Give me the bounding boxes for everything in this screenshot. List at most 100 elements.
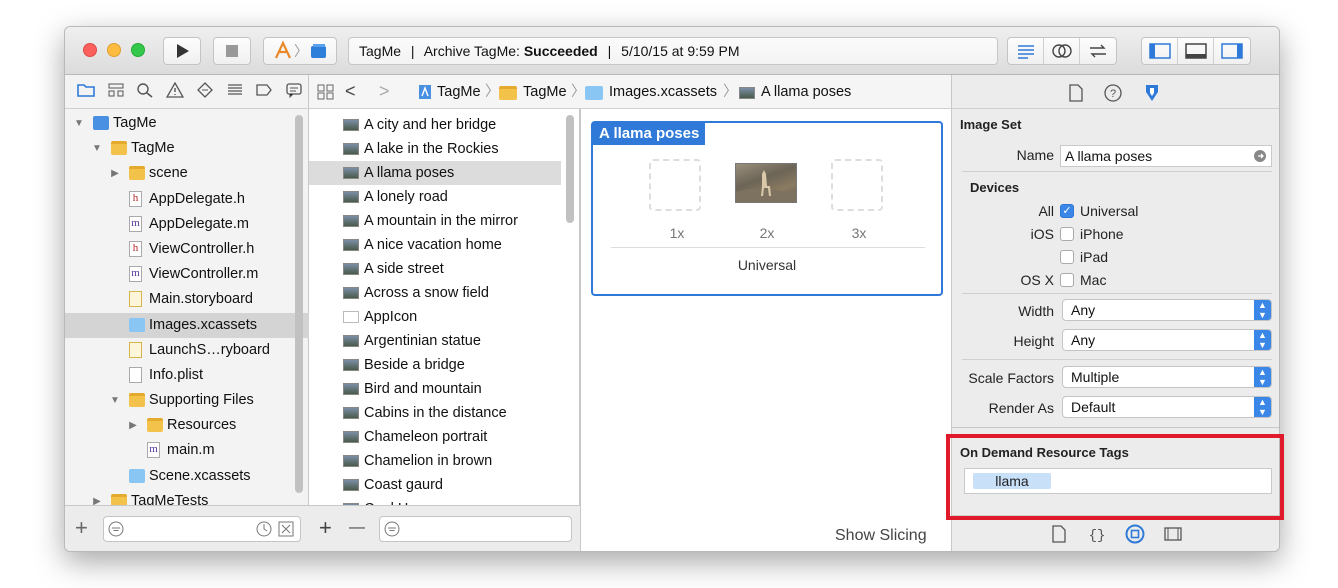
asset-item[interactable]: Chameleon portrait xyxy=(309,425,561,449)
standard-editor-icon[interactable] xyxy=(1008,38,1044,64)
navigator-filter-field[interactable] xyxy=(103,516,301,542)
forward-button[interactable]: > xyxy=(379,81,390,102)
tree-item[interactable]: ▼ Supporting Files xyxy=(65,388,309,413)
mac-checkbox[interactable] xyxy=(1060,273,1074,287)
asset-item[interactable]: A side street xyxy=(309,257,561,281)
image-set-icon xyxy=(343,479,359,491)
navigator-scrollbar[interactable] xyxy=(295,115,303,493)
search-icon[interactable] xyxy=(131,82,161,101)
image-slot-2x[interactable] xyxy=(735,163,797,203)
render-as-popup[interactable]: Default ▲ ▼ xyxy=(1062,396,1272,418)
tree-item[interactable]: Info.plist xyxy=(65,363,309,388)
asset-item[interactable]: AppIcon xyxy=(309,305,561,329)
disclosure-closed-icon[interactable]: ▶ xyxy=(127,413,139,438)
asset-list-scrollbar[interactable] xyxy=(566,115,574,223)
asset-item[interactable]: Chamelion in brown xyxy=(309,449,561,473)
disclosure-closed-icon[interactable]: ▶ xyxy=(109,161,121,186)
warning-icon[interactable] xyxy=(160,81,190,101)
file-icon[interactable] xyxy=(1068,84,1084,102)
asset-item[interactable]: A mountain in the mirror xyxy=(309,209,561,233)
asset-item[interactable]: Cabins in the distance xyxy=(309,401,561,425)
tree-item[interactable]: m main.m xyxy=(65,438,309,463)
asset-item[interactable]: Argentinian statue xyxy=(309,329,561,353)
view-toggle-control[interactable] xyxy=(1141,37,1251,65)
debug-icon[interactable] xyxy=(220,82,250,101)
disclosure-open-icon[interactable]: ▼ xyxy=(73,111,85,136)
code-snippet-icon[interactable]: {} xyxy=(1088,525,1106,543)
image-set-icon xyxy=(343,335,359,347)
clock-icon[interactable] xyxy=(256,521,272,537)
asset-item[interactable]: Cool House xyxy=(309,497,561,505)
tree-item[interactable]: m AppDelegate.m xyxy=(65,212,309,237)
tree-item[interactable]: Scene.xcassets xyxy=(65,464,309,489)
iphone-checkbox[interactable] xyxy=(1060,227,1074,241)
ipad-checkbox[interactable] xyxy=(1060,250,1074,264)
image-set-card[interactable]: A llama poses 1x 2x 3x Universal xyxy=(591,121,943,296)
asset-item[interactable]: A nice vacation home xyxy=(309,233,561,257)
editor-mode-control[interactable] xyxy=(1007,37,1117,65)
disclosure-open-icon[interactable]: ▼ xyxy=(91,136,103,161)
report-icon[interactable] xyxy=(279,82,309,101)
zoom-window-button[interactable] xyxy=(131,43,145,57)
close-window-button[interactable] xyxy=(83,43,97,57)
breadcrumb-item[interactable]: Images.xcassets xyxy=(609,75,717,109)
tree-item[interactable]: ▶ Resources xyxy=(65,413,309,438)
file-template-icon[interactable] xyxy=(1051,525,1067,543)
breadcrumb-item[interactable]: A llama poses xyxy=(761,75,851,109)
folder-icon[interactable] xyxy=(71,82,101,101)
remove-asset-button[interactable]: — xyxy=(349,516,365,540)
media-library-icon[interactable] xyxy=(1164,526,1182,542)
asset-filter-field[interactable] xyxy=(379,516,572,542)
height-popup[interactable]: Any ▲ ▼ xyxy=(1062,329,1272,351)
tree-item[interactable]: ▼ TagMe xyxy=(65,111,309,136)
utilities-toggle-icon[interactable] xyxy=(1214,38,1250,64)
tree-item[interactable]: h AppDelegate.h xyxy=(65,187,309,212)
show-slicing-button[interactable]: Show Slicing xyxy=(835,527,927,545)
asset-item[interactable]: A lake in the Rockies xyxy=(309,137,561,161)
version-editor-icon[interactable] xyxy=(1080,38,1116,64)
related-items-icon[interactable] xyxy=(317,84,335,100)
image-slot-1x[interactable] xyxy=(649,159,701,211)
breadcrumb-item[interactable]: TagMe xyxy=(523,75,567,109)
scm-filter-icon[interactable] xyxy=(278,521,294,537)
universal-checkbox[interactable]: ✓ xyxy=(1060,204,1074,218)
asset-item[interactable]: Across a snow field xyxy=(309,281,561,305)
asset-item[interactable]: Bird and mountain xyxy=(309,377,561,401)
tree-item[interactable]: Main.storyboard xyxy=(65,287,309,312)
tree-item[interactable]: ▼ TagMe xyxy=(65,136,309,161)
asset-item-label: A side street xyxy=(364,261,444,277)
add-asset-button[interactable]: + xyxy=(319,516,332,540)
add-file-button[interactable]: + xyxy=(75,516,88,540)
debug-area-toggle-icon[interactable] xyxy=(1178,38,1214,64)
run-button[interactable] xyxy=(163,37,201,65)
minimize-window-button[interactable] xyxy=(107,43,121,57)
asset-item[interactable]: A lonely road xyxy=(309,185,561,209)
scale-factors-popup[interactable]: Multiple ▲ ▼ xyxy=(1062,366,1272,388)
tree-item[interactable]: LaunchS…ryboard xyxy=(65,338,309,363)
back-button[interactable]: < xyxy=(345,81,356,102)
asset-item[interactable]: Coast gaurd xyxy=(309,473,561,497)
tree-item[interactable]: ▶ scene xyxy=(65,161,309,186)
assistant-editor-icon[interactable] xyxy=(1044,38,1080,64)
asset-item[interactable]: Beside a bridge xyxy=(309,353,561,377)
help-icon[interactable]: ? xyxy=(1104,84,1122,102)
image-slot-3x[interactable] xyxy=(831,159,883,211)
tree-item[interactable]: h ViewController.h xyxy=(65,237,309,262)
name-field[interactable]: A llama poses xyxy=(1060,145,1272,167)
breadcrumb-item[interactable]: TagMe xyxy=(437,75,481,109)
width-popup[interactable]: Any ▲ ▼ xyxy=(1062,299,1272,321)
test-icon[interactable] xyxy=(190,82,220,101)
asset-item[interactable]: A city and her bridge xyxy=(309,113,561,137)
attributes-icon[interactable] xyxy=(1142,83,1162,103)
object-library-icon[interactable] xyxy=(1125,524,1145,544)
hierarchy-icon[interactable] xyxy=(101,82,131,101)
breakpoint-icon[interactable] xyxy=(250,82,280,101)
arrow-circle-icon[interactable] xyxy=(1253,149,1267,163)
disclosure-open-icon[interactable]: ▼ xyxy=(109,388,121,413)
tree-item[interactable]: Images.xcassets xyxy=(65,312,309,338)
scheme-selector[interactable]: 〉 xyxy=(263,37,337,65)
navigator-toggle-icon[interactable] xyxy=(1142,38,1178,64)
asset-item[interactable]: A llama poses xyxy=(309,161,561,185)
stop-button[interactable] xyxy=(213,37,251,65)
tree-item[interactable]: m ViewController.m xyxy=(65,262,309,287)
